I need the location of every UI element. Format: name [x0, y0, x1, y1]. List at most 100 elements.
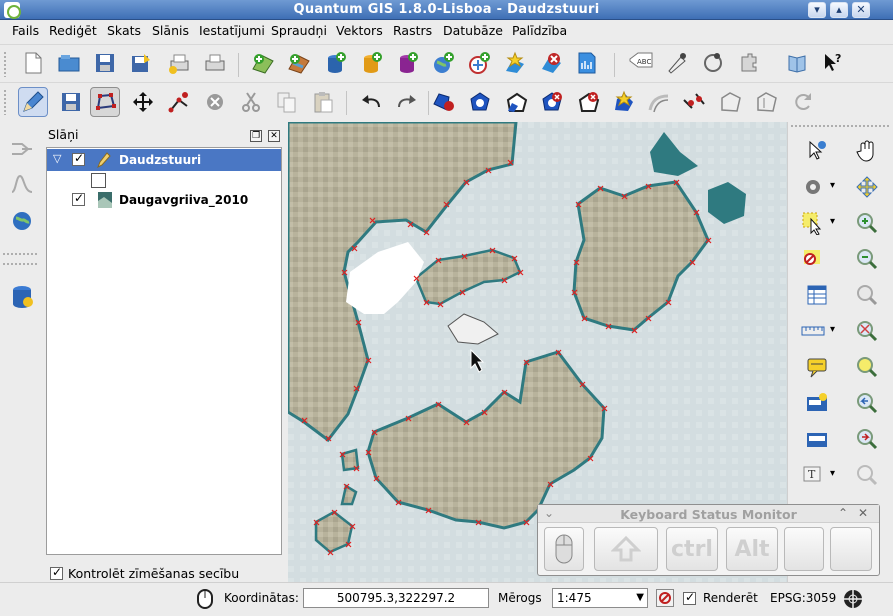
add-delimited-text-button[interactable]	[572, 48, 602, 78]
add-spatialite-layer-button[interactable]	[356, 48, 386, 78]
refresh-button[interactable]	[852, 460, 882, 490]
add-mssql-layer-button[interactable]	[392, 48, 422, 78]
identify-button[interactable]	[802, 136, 832, 166]
chevron-up-icon[interactable]: ⌃	[838, 506, 848, 520]
zoom-out-button[interactable]	[852, 244, 882, 274]
maximize-button[interactable]: ▴	[830, 2, 848, 18]
menu-layer[interactable]: Slānis	[152, 23, 189, 38]
pan-to-selection-button[interactable]	[852, 172, 882, 202]
print-composer-button[interactable]	[164, 48, 194, 78]
deselect-button[interactable]	[798, 244, 828, 274]
plugin-button[interactable]	[734, 48, 764, 78]
attribute-table-button[interactable]	[802, 280, 832, 310]
new-shapefile-layer-button[interactable]	[500, 48, 530, 78]
close-panel-button[interactable]: ✕	[268, 130, 280, 142]
toolbar-grip[interactable]	[3, 51, 7, 77]
simplify-feature-button[interactable]	[428, 87, 458, 117]
scale-combobox[interactable]: 1:475 ▼	[552, 588, 648, 608]
close-icon[interactable]: ✕	[858, 506, 868, 520]
add-ring-button[interactable]	[466, 87, 496, 117]
close-button[interactable]: ✕	[852, 2, 870, 18]
zoom-next-button[interactable]	[852, 424, 882, 454]
help-book-button[interactable]	[782, 48, 812, 78]
move-feature-button[interactable]	[128, 87, 158, 117]
offset-curve-button[interactable]	[644, 87, 674, 117]
chevron-down-icon[interactable]: ▾	[830, 216, 835, 227]
draw-order-checkbox[interactable]	[50, 565, 63, 580]
layer-row-daugavgriiva[interactable]: Daugavgriiva_2010	[47, 189, 281, 211]
save-as-button[interactable]	[126, 48, 156, 78]
minimize-button[interactable]: ▾	[808, 2, 826, 18]
digitizing-tools-button[interactable]	[662, 48, 692, 78]
globe-button[interactable]	[10, 210, 34, 235]
open-project-button[interactable]	[54, 48, 84, 78]
collapse-arrow-icon[interactable]: ▽	[53, 152, 61, 165]
menu-edit[interactable]: Rediģēt	[49, 23, 97, 38]
delete-part-button[interactable]	[574, 87, 604, 117]
save-project-button[interactable]	[90, 48, 120, 78]
layer-visibility-checkbox[interactable]	[72, 151, 85, 166]
chevron-down-icon[interactable]: ▼	[636, 589, 644, 607]
delete-selected-button[interactable]	[200, 87, 230, 117]
paste-features-button[interactable]	[308, 87, 338, 117]
save-edits-button[interactable]	[56, 87, 86, 117]
zoom-in-button[interactable]	[852, 208, 882, 238]
menu-raster[interactable]: Rastrs	[393, 23, 432, 38]
measure-button[interactable]	[798, 316, 828, 346]
layer-row-daudzstuuri[interactable]: ▽ Daudzstuuri	[47, 149, 281, 171]
new-bookmark-button[interactable]	[802, 388, 832, 418]
projection-button[interactable]	[842, 588, 864, 613]
add-part-button[interactable]	[502, 87, 532, 117]
node-tool-2-button[interactable]	[698, 48, 728, 78]
toolbar-grip[interactable]	[3, 89, 7, 115]
coordinates-field[interactable]: 500795.3,322297.2	[303, 588, 489, 608]
float-panel-button[interactable]: ❐	[250, 130, 263, 142]
layer-visibility-checkbox[interactable]	[72, 191, 85, 206]
add-postgis-layer-button[interactable]	[320, 48, 350, 78]
cut-features-button[interactable]	[236, 87, 266, 117]
control-draw-order[interactable]: Kontrolēt zīmēšanas secību	[50, 565, 239, 581]
remove-layer-button[interactable]	[536, 48, 566, 78]
menu-plugins[interactable]: Spraudņi	[271, 23, 327, 38]
add-raster-layer-button[interactable]	[284, 48, 314, 78]
zoom-to-layer-button[interactable]	[852, 352, 882, 382]
copy-features-button[interactable]	[272, 87, 302, 117]
add-vector-layer-button[interactable]	[248, 48, 278, 78]
menu-help[interactable]: Palīdzība	[512, 23, 567, 38]
reshape-features-button[interactable]	[610, 87, 640, 117]
crs-status[interactable]: EPSG:3059	[770, 591, 836, 605]
whats-this-button[interactable]: ?	[818, 48, 848, 78]
add-vertex-button[interactable]	[164, 87, 194, 117]
chevron-down-icon[interactable]: ▾	[830, 468, 835, 479]
ai-merge-button[interactable]	[10, 138, 34, 163]
stop-render-button[interactable]	[656, 589, 674, 607]
show-bookmarks-button[interactable]	[802, 424, 832, 454]
undo-button[interactable]	[356, 87, 386, 117]
add-wfs-layer-button[interactable]	[464, 48, 494, 78]
menu-view[interactable]: Skats	[107, 23, 141, 38]
split-features-button[interactable]	[680, 87, 710, 117]
new-project-button[interactable]	[18, 48, 48, 78]
add-wms-layer-button[interactable]	[428, 48, 458, 78]
zoom-to-selection-button[interactable]	[852, 316, 882, 346]
menu-file[interactable]: Fails	[12, 23, 39, 38]
map-tips-button[interactable]	[802, 352, 832, 382]
menu-settings[interactable]: Iestatījumi	[199, 23, 265, 38]
chevron-down-icon[interactable]: ▾	[830, 324, 835, 335]
merge-attributes-button[interactable]	[752, 87, 782, 117]
chevron-down-icon[interactable]: ▾	[830, 180, 835, 191]
database-button[interactable]	[10, 284, 34, 313]
redo-button[interactable]	[392, 87, 422, 117]
delete-ring-button[interactable]	[538, 87, 568, 117]
toggle-editing-button[interactable]	[18, 87, 48, 117]
select-feature-button[interactable]	[798, 208, 828, 238]
menu-database[interactable]: Datubāze	[443, 23, 503, 38]
histogram-button[interactable]	[10, 172, 34, 197]
pan-button[interactable]	[852, 136, 882, 166]
print-button[interactable]	[200, 48, 230, 78]
label-button[interactable]: ABC	[626, 48, 656, 78]
rotate-point-symbols-button[interactable]	[788, 87, 818, 117]
merge-features-button[interactable]	[716, 87, 746, 117]
node-tool-button[interactable]	[90, 87, 120, 117]
text-annotation-button[interactable]: T	[798, 460, 828, 490]
